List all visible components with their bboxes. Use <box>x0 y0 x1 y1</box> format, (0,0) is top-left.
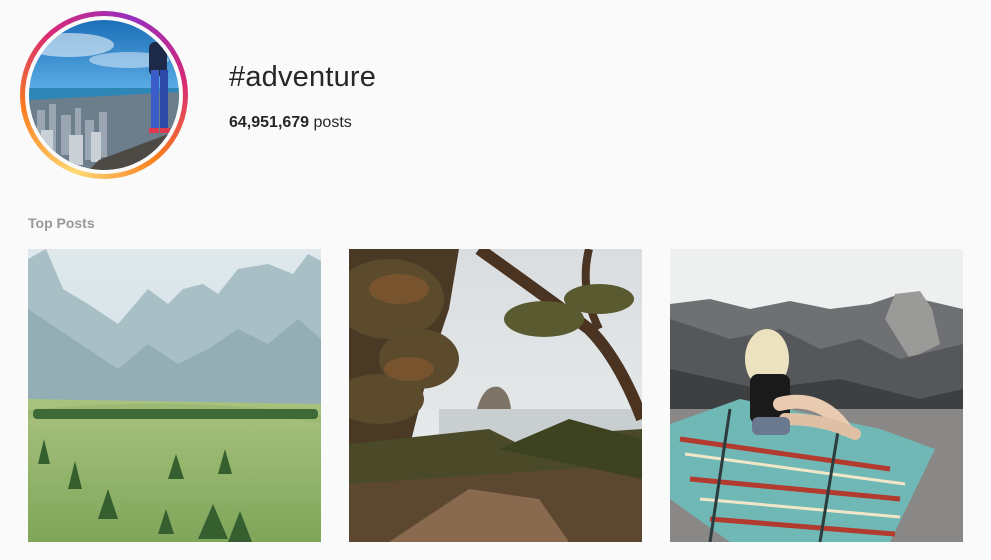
post-image-valley-view <box>670 249 963 542</box>
post-thumbnail-1[interactable] <box>28 249 321 542</box>
hashtag-title: #adventure <box>229 61 377 93</box>
post-thumbnail-3[interactable] <box>670 249 963 542</box>
post-image-coastal-trees <box>349 249 642 542</box>
hashtag-avatar-ring[interactable] <box>20 11 188 179</box>
hashtag-avatar[interactable] <box>29 20 179 170</box>
post-count: 64,951,679 posts <box>229 113 352 133</box>
post-thumbnail-2[interactable] <box>349 249 642 542</box>
post-count-number: 64,951,679 <box>229 114 310 131</box>
avatar-image <box>29 20 179 170</box>
avatar-gap <box>25 16 183 174</box>
post-count-suffix: posts <box>313 114 352 131</box>
post-image-mountain-meadow <box>28 249 321 542</box>
top-posts-label: Top Posts <box>28 215 95 231</box>
